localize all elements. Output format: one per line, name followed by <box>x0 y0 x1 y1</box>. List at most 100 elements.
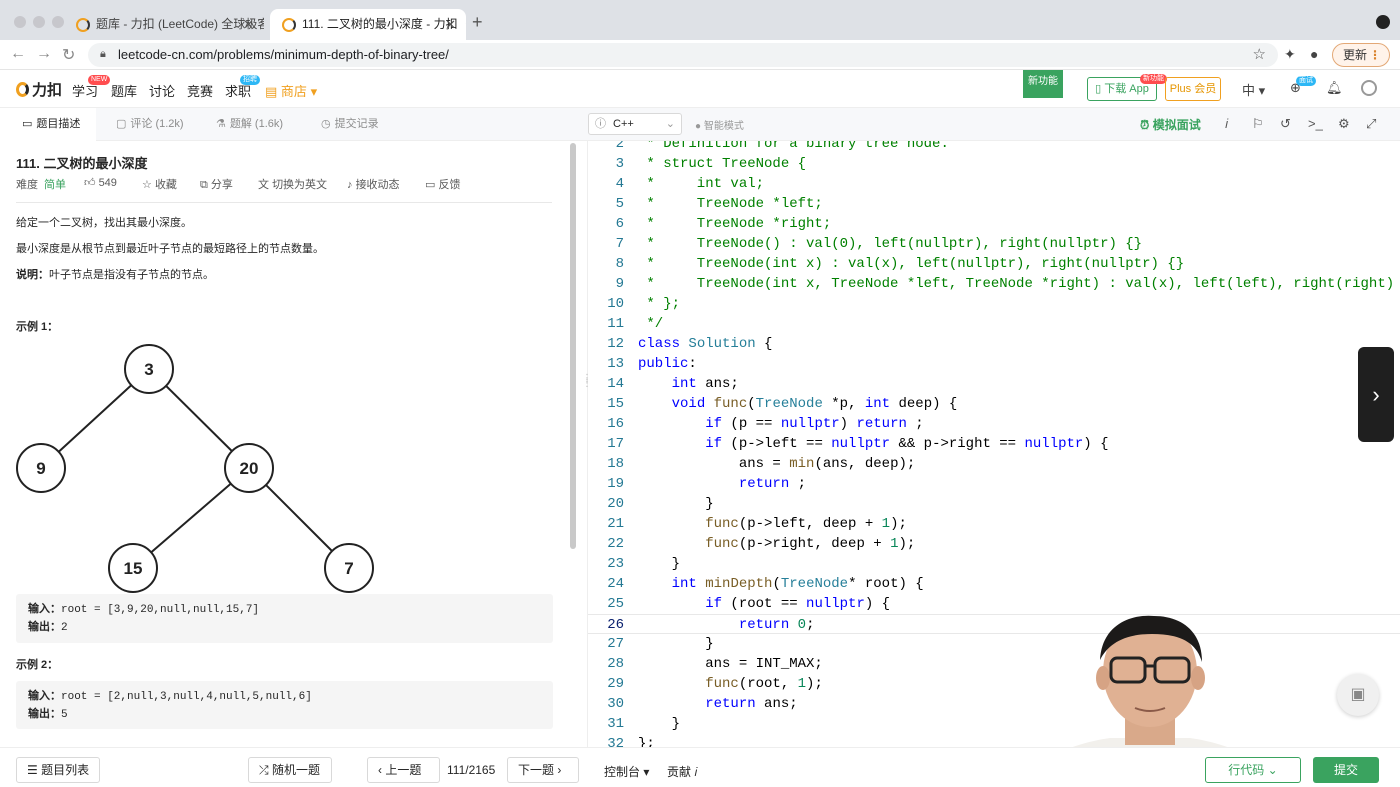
line-number: 25 <box>607 596 624 612</box>
back-arrow-icon[interactable]: ← <box>10 45 26 63</box>
terminal-icon[interactable]: >_ <box>1308 116 1323 131</box>
fullscreen-icon[interactable]: ⤢ <box>1366 116 1376 132</box>
forward-arrow-icon[interactable]: → <box>36 45 52 63</box>
code-line[interactable]: 23 } <box>588 554 1400 574</box>
code-line[interactable]: 13 public: <box>588 354 1400 374</box>
browser-tab-current[interactable]: 111. 二叉树的最小深度 - 力扣（L ✕ <box>270 9 466 40</box>
tab-description[interactable]: ▭ 题目描述 <box>0 108 97 141</box>
panel-splitter[interactable]: ⋮ ⋮ <box>580 141 592 755</box>
tree-node-label: 9 <box>36 459 45 478</box>
note-text: 叶子节点是指没有子节点的节点。 <box>49 269 214 281</box>
extensions-puzzle-icon[interactable]: ✦ <box>1284 46 1296 63</box>
flag-icon[interactable]: ⚐ <box>1252 116 1264 132</box>
line-number: 23 <box>607 556 624 572</box>
zoom-window-dot[interactable] <box>52 16 64 28</box>
close-tab-icon[interactable]: ✕ <box>445 9 456 40</box>
console-toggle[interactable]: 控制台 ▾ <box>604 763 649 780</box>
language-switch[interactable]: 中 ▾ <box>1242 80 1265 99</box>
problem-list-button[interactable]: ☰ 题目列表 <box>16 757 100 783</box>
like-button[interactable]: 👍︎ 549 <box>84 176 117 189</box>
code-text: int minDepth(TreeNode* root) { <box>671 576 924 592</box>
subscribe-button[interactable]: ♪ 接收动态 <box>347 176 400 192</box>
description-note: 说明：叶子节点是指没有子节点的节点。 <box>16 266 214 282</box>
tab-search-icon[interactable] <box>1376 15 1390 29</box>
random-label: 随机一题 <box>271 763 320 777</box>
code-line[interactable]: 17 if (p->left == nullptr && p->right ==… <box>588 434 1400 454</box>
next-problem-button[interactable]: 下一题 › <box>507 757 579 783</box>
code-line[interactable]: 16 if (p == nullptr) return ; <box>588 414 1400 434</box>
code-line[interactable]: 18 ans = min(ans, deep); <box>588 454 1400 474</box>
code-line[interactable]: 21 func(p->left, deep + 1); <box>588 514 1400 534</box>
new-tab-icon[interactable]: + <box>472 12 483 33</box>
user-avatar[interactable] <box>1361 80 1377 96</box>
contribute-button[interactable]: 贡献 𝑖 <box>667 763 698 780</box>
nav-store[interactable]: ▤ 商店 ▾ <box>265 81 317 100</box>
notification-bell-icon[interactable]: 🔔︎ <box>1326 80 1343 96</box>
code-line[interactable]: 19 return ; <box>588 474 1400 494</box>
code-line[interactable]: 20 } <box>588 494 1400 514</box>
smart-mode-toggle[interactable]: ● 智能模式 <box>695 117 744 132</box>
code-line[interactable]: 15 void func(TreeNode *p, int deep) { <box>588 394 1400 414</box>
settings-gear-icon[interactable]: ⚙ <box>1338 116 1350 132</box>
share-button[interactable]: ⧉ 分享 <box>200 176 233 192</box>
collect-button[interactable]: ☆ 收藏 <box>142 176 177 192</box>
expand-side-panel-button[interactable]: › <box>1358 347 1394 442</box>
browser-update-button[interactable]: 更新 ⋮ <box>1332 43 1390 67</box>
submit-button[interactable]: 提交 <box>1313 757 1379 783</box>
code-line[interactable]: 7 * TreeNode() : val(0), left(nullptr), … <box>588 234 1400 254</box>
bookmark-star-icon[interactable]: ☆ <box>1253 45 1266 63</box>
tree-node-label: 7 <box>344 559 353 578</box>
chevron-down-icon: ▾ <box>643 765 650 779</box>
interview-badge: 面试 <box>1296 76 1316 86</box>
leetcode-logo[interactable]: 力扣 <box>16 79 62 100</box>
line-number: 16 <box>607 416 624 432</box>
new-feature-ribbon[interactable]: 新功能 <box>1023 70 1063 98</box>
browser-tab-problemset[interactable]: 题库 - 力扣 (LeetCode) 全球极客 ✕ <box>64 9 264 40</box>
line-number: 4 <box>615 176 624 192</box>
profile-icon[interactable]: ● <box>1310 46 1318 62</box>
url-bar[interactable]: 🔒︎ leetcode-cn.com/problems/minimum-dept… <box>88 43 1278 67</box>
code-line[interactable]: 9 * TreeNode(int x, TreeNode *left, Tree… <box>588 274 1400 294</box>
line-number: 20 <box>607 496 624 512</box>
nav-problemset[interactable]: 题库 <box>111 81 137 100</box>
alarm-icon: ⏰︎ <box>1140 118 1150 132</box>
code-line[interactable]: 3 * struct TreeNode { <box>588 154 1400 174</box>
code-line[interactable]: 24 int minDepth(TreeNode* root) { <box>588 574 1400 594</box>
code-line[interactable]: 4 * int val; <box>588 174 1400 194</box>
reset-icon[interactable]: ↺ <box>1280 116 1291 132</box>
code-line[interactable]: 22 func(p->right, deep + 1); <box>588 534 1400 554</box>
random-problem-button[interactable]: ⤮ 随机一题 <box>248 757 332 783</box>
code-line[interactable]: 2 * Definition for a binary tree node. <box>588 141 1400 154</box>
nav-contest[interactable]: 竞赛 <box>187 81 213 100</box>
code-line[interactable]: 6 * TreeNode *right; <box>588 214 1400 234</box>
note-label: 说明： <box>16 269 49 281</box>
notes-button[interactable]: ▣ <box>1337 674 1379 716</box>
code-line[interactable]: 14 int ans; <box>588 374 1400 394</box>
code-line[interactable]: 8 * TreeNode(int x) : val(x), left(nullp… <box>588 254 1400 274</box>
code-line[interactable]: 11 */ <box>588 314 1400 334</box>
tab-solutions[interactable]: ⚗ 题解 (1.6k) <box>216 108 283 141</box>
mock-interview-button[interactable]: ⏰︎ 模拟面试 <box>1140 116 1201 133</box>
left-panel-scrollbar[interactable] <box>570 143 576 549</box>
tab-comments[interactable]: ▢ 评论 (1.2k) <box>116 108 184 141</box>
code-text: * TreeNode(int x, TreeNode *left, TreeNo… <box>638 276 1400 292</box>
nav-discuss[interactable]: 讨论 <box>149 81 175 100</box>
run-code-button[interactable]: 行代码 ⌄ <box>1205 757 1301 783</box>
switch-english-button[interactable]: 文 切换为英文 <box>258 176 327 192</box>
line-number: 24 <box>607 576 624 592</box>
language-select[interactable]: ⓘ C++ ⌄ <box>588 113 682 135</box>
reload-icon[interactable]: ↻ <box>62 45 75 65</box>
close-tab-icon[interactable]: ✕ <box>243 9 254 40</box>
close-window-dot[interactable] <box>14 16 26 28</box>
collect-label: 收藏 <box>154 179 177 191</box>
plus-member-button[interactable]: Plus 会员 <box>1165 77 1221 101</box>
tab-submissions[interactable]: ◷ 提交记录 <box>321 108 379 141</box>
example-2-output: 输出：5 <box>28 706 541 724</box>
prev-problem-button[interactable]: ‹ 上一题 <box>367 757 440 783</box>
feedback-button[interactable]: ▭ 反馈 <box>425 176 460 192</box>
minimize-window-dot[interactable] <box>33 16 45 28</box>
info-italic-icon[interactable]: 𝑖 <box>1225 116 1228 132</box>
code-line[interactable]: 5 * TreeNode *left; <box>588 194 1400 214</box>
code-line[interactable]: 10 * }; <box>588 294 1400 314</box>
code-line[interactable]: 12 class Solution { <box>588 334 1400 354</box>
